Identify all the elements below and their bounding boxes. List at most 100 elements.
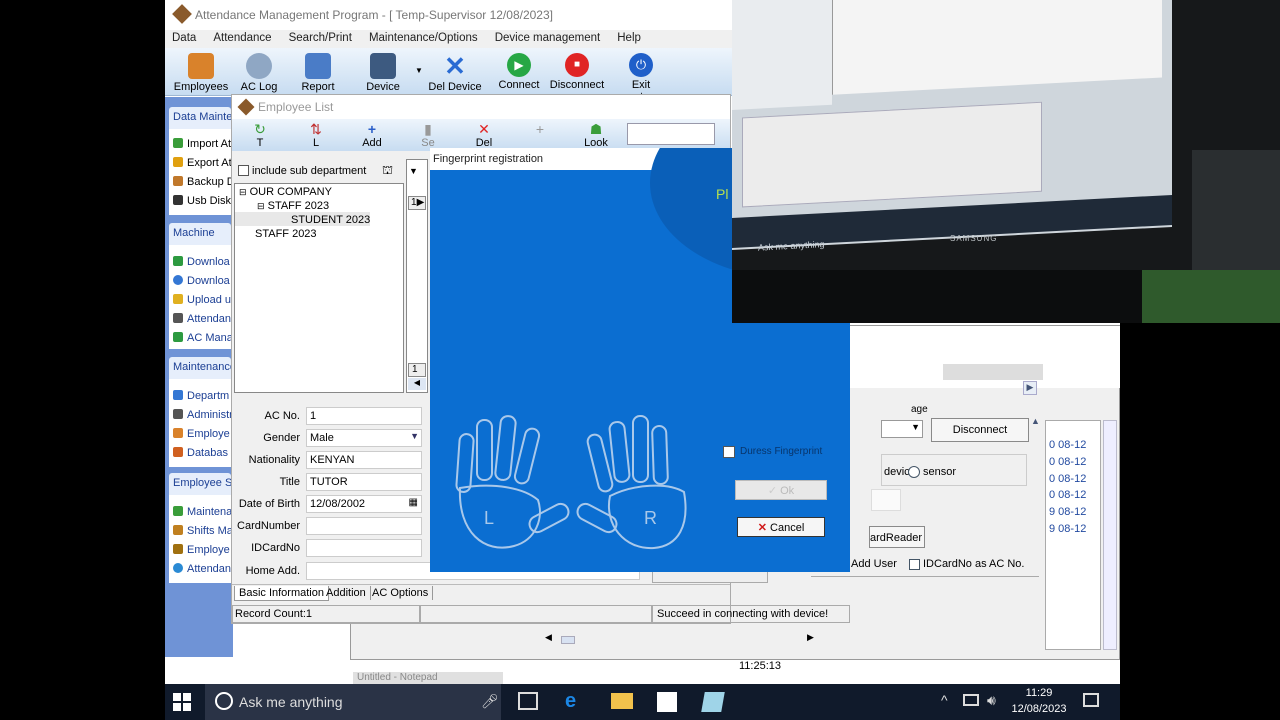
nav-download-users[interactable]: Downloa — [169, 272, 231, 291]
org-tree-icon[interactable]: ⛫ — [382, 163, 393, 179]
chevron-down-icon[interactable]: ▼ — [409, 166, 418, 176]
dob-field[interactable]: 12/08/2002 ▦ — [306, 495, 422, 513]
rules-icon — [173, 563, 183, 573]
nav-attendance-rules[interactable]: Attendan — [169, 560, 231, 579]
scroll-left-icon[interactable]: ◀ — [408, 378, 426, 390]
file-explorer-icon[interactable] — [611, 693, 633, 709]
card-reader-button[interactable]: ardReader — [869, 526, 925, 548]
nav-maintenance-timetable[interactable]: Maintena — [169, 503, 231, 522]
nav-label: Usb Disk — [187, 195, 231, 207]
chevron-up-icon[interactable]: ^ — [941, 692, 948, 708]
section-data-maintenance[interactable]: Data Mainten — [169, 107, 231, 129]
chevron-down-icon[interactable]: ▼ — [415, 66, 423, 75]
exit-system-button[interactable]: ⏻Exit system — [613, 50, 669, 103]
menu-help[interactable]: Help — [610, 30, 648, 46]
grid-row-marker[interactable]: 1▶ — [408, 196, 426, 210]
ac-no-field[interactable]: 1 — [306, 407, 422, 425]
save-button[interactable]: ▮ Se — [408, 121, 448, 149]
nationality-field[interactable]: KENYAN — [306, 451, 422, 469]
nav-employee[interactable]: Employe — [169, 425, 231, 444]
menu-maintenance-options[interactable]: Maintenance/Options — [362, 30, 485, 46]
section-maintenance[interactable]: Maintenance — [169, 357, 231, 379]
disconnect-toolbar-button[interactable]: ■ Disconnect — [549, 50, 605, 96]
network-icon[interactable] — [963, 694, 979, 706]
search-input[interactable] — [627, 123, 715, 145]
scrollbar[interactable] — [1103, 420, 1117, 650]
nav-export-attendance[interactable]: Export At — [169, 154, 231, 173]
duress-checkbox[interactable] — [723, 446, 735, 458]
sort-icon: ⇅ — [310, 121, 322, 137]
import-icon — [173, 138, 183, 148]
delete-button[interactable]: ✕ Del — [464, 121, 504, 149]
menu-attendance[interactable]: Attendance — [206, 30, 278, 46]
cancel-button[interactable]: ✕ Cancel — [737, 517, 825, 537]
volume-icon[interactable]: 🔊︎ — [987, 692, 996, 709]
nav-employee-schedule[interactable]: Employe — [169, 541, 231, 560]
tree-node-our-company[interactable]: ⊟ OUR COMPANY — [235, 184, 403, 198]
edge-browser-icon[interactable]: e — [565, 690, 576, 713]
toolbar-t-button[interactable]: ↻ T — [240, 121, 280, 149]
clock-date[interactable]: 12/08/2023 — [1003, 703, 1075, 715]
title-field[interactable]: TUTOR — [306, 473, 422, 491]
plus-disabled-button[interactable]: + — [520, 121, 560, 137]
store-icon[interactable] — [657, 692, 677, 712]
device-button[interactable]: Device — [355, 50, 411, 96]
include-sub-checkbox[interactable] — [238, 165, 249, 176]
menu-device-management[interactable]: Device management — [488, 30, 607, 46]
check-icon: ✓ — [767, 485, 778, 497]
cortana-search-box[interactable]: Ask me anything 🎤︎ — [205, 684, 501, 720]
lookup-button[interactable]: ☗ Look — [576, 121, 616, 149]
menu-search-print[interactable]: Search/Print — [282, 30, 359, 46]
calendar-icon[interactable]: ▦ — [409, 497, 418, 508]
scroll-right-icon[interactable]: ▶ — [807, 632, 817, 646]
report-button[interactable]: Report — [290, 50, 346, 96]
nav-database[interactable]: Databas — [169, 444, 231, 463]
notepad-icon[interactable] — [701, 692, 725, 712]
add-button[interactable]: + Add — [352, 121, 392, 149]
connect-button[interactable]: ▶ Connect — [491, 50, 547, 96]
windows-start-icon[interactable] — [173, 693, 191, 711]
notepad-window-peek[interactable]: Untitled - Notepad — [353, 672, 503, 684]
device-label: Device — [366, 81, 400, 93]
nav-download-logs[interactable]: Downloa — [169, 253, 231, 272]
nav-attendance-photo[interactable]: Attendan — [169, 310, 231, 329]
sensor-radio[interactable] — [908, 466, 920, 478]
disconnect-button[interactable]: Disconnect — [931, 418, 1029, 442]
ac-log-button[interactable]: AC Log — [231, 50, 287, 96]
section-machine[interactable]: Machine — [169, 223, 231, 245]
gender-select[interactable]: Male ▼ — [306, 429, 422, 447]
nav-backup-database[interactable]: Backup D — [169, 173, 231, 192]
ok-button[interactable]: ✓ Ok — [735, 480, 827, 500]
tab-ac-options[interactable]: AC Options — [368, 586, 434, 600]
nav-ac-manage[interactable]: AC Mana — [169, 329, 231, 348]
tree-node-staff-2023[interactable]: ⊟ STAFF 2023 — [235, 198, 403, 212]
nav-shifts-management[interactable]: Shifts Ma — [169, 522, 231, 541]
collapse-icon: ⊟ — [257, 201, 265, 211]
nav-administrator[interactable]: Administr — [169, 406, 231, 425]
nav-upload-users[interactable]: Upload u — [169, 291, 231, 310]
scroll-right-icon[interactable]: ▶ — [1023, 381, 1037, 395]
age-select[interactable]: ▼ — [881, 420, 923, 438]
tree-node-student-2023[interactable]: STUDENT 2023 — [235, 212, 371, 226]
record-count: Record Count:1 — [232, 605, 420, 623]
plus-icon: + — [535, 121, 545, 137]
nav-department[interactable]: Departm — [169, 387, 231, 406]
notification-icon[interactable] — [1083, 693, 1099, 707]
idcard-as-ac-checkbox[interactable] — [909, 559, 920, 570]
idcard-field[interactable] — [306, 539, 422, 557]
menu-data[interactable]: Data — [165, 30, 203, 46]
section-employee-schedule[interactable]: Employee Sc — [169, 473, 231, 495]
tree-node-staff-2023-root[interactable]: STAFF 2023 — [235, 226, 403, 240]
employees-button[interactable]: Employees — [173, 50, 229, 96]
clock-time[interactable]: 11:29 — [1009, 687, 1069, 699]
microphone-icon[interactable]: 🎤︎ — [481, 693, 499, 710]
tab-addition[interactable]: Addition — [322, 586, 371, 600]
del-device-button[interactable]: ✕ Del Device — [427, 50, 483, 96]
nav-usb-disk[interactable]: Usb Disk — [169, 192, 231, 211]
toolbar-l-button[interactable]: ⇅ L — [296, 121, 336, 149]
tab-basic-information[interactable]: Basic Information — [234, 586, 329, 601]
task-view-icon[interactable] — [518, 692, 538, 710]
card-number-field[interactable] — [306, 517, 422, 535]
scroll-left-icon[interactable]: ◀ — [545, 632, 553, 646]
nav-import-attendance[interactable]: Import At — [169, 135, 231, 154]
